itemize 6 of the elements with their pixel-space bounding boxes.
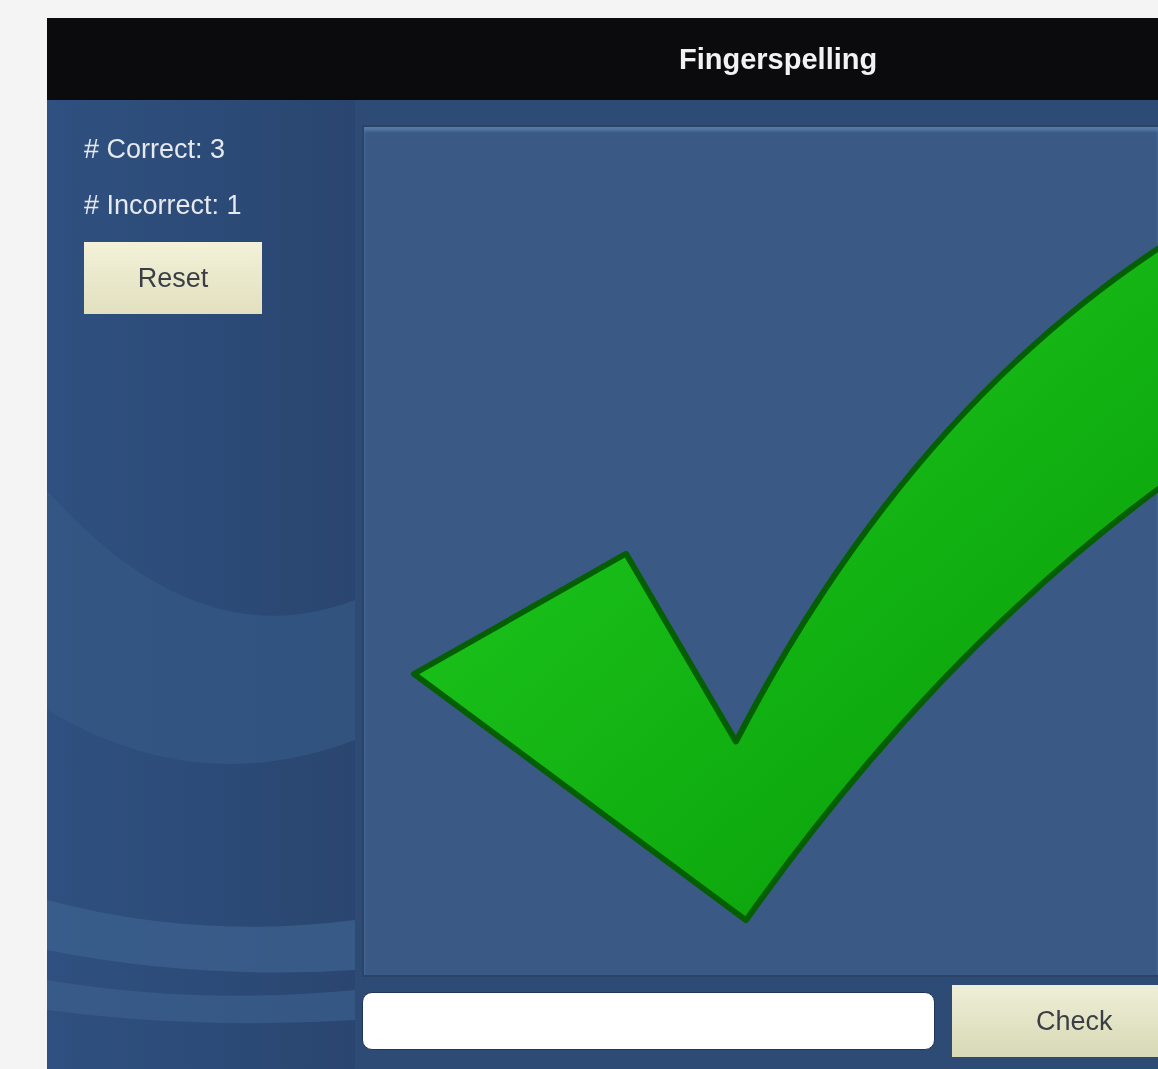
score-text: # Correct: 3 [84,133,227,166]
score-text: # Incorrect: 1 [84,189,243,222]
answer-field[interactable] [362,992,935,1050]
window-title: Fingerspelling [679,42,878,76]
check-button[interactable]: Check [952,985,1158,1057]
reset-button[interactable]: Reset [84,242,262,314]
